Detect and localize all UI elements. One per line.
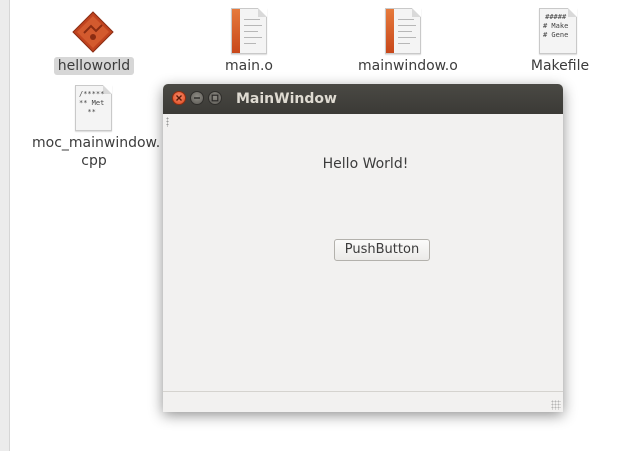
main-window: MainWindow Hello World! PushButton	[163, 84, 563, 412]
window-content: Hello World! PushButton	[163, 114, 563, 391]
push-button[interactable]: PushButton	[334, 239, 430, 261]
desktop-icon-main-o[interactable]: main.o	[205, 8, 293, 78]
file-preview-text: ##### # Make # Gene	[543, 13, 569, 39]
object-file-icon	[231, 8, 267, 54]
window-minimize-button[interactable]	[190, 91, 204, 105]
cpp-file-icon: /***** ** Met **	[75, 85, 112, 131]
desktop-icon-label: mainwindow.o	[358, 58, 458, 74]
desktop-icon-label: moc_mainwindow.	[32, 135, 161, 151]
close-icon	[176, 95, 182, 101]
toolbar-grip-icon[interactable]	[166, 117, 169, 127]
window-title: MainWindow	[236, 91, 337, 107]
desktop-icon-label: helloworld	[53, 57, 135, 75]
status-bar	[163, 391, 563, 412]
desktop-left-edge	[0, 0, 10, 451]
desktop-icon-label: main.o	[225, 58, 273, 74]
desktop: helloworld main.o mainwindow.o ##### # M…	[0, 0, 626, 451]
maximize-icon	[211, 94, 219, 102]
window-titlebar[interactable]: MainWindow	[163, 84, 563, 114]
resize-grip-icon[interactable]	[551, 400, 561, 410]
desktop-icon-label-cont: cpp	[81, 153, 107, 169]
window-maximize-button[interactable]	[208, 91, 222, 105]
file-preview-text: /***** ** Met **	[79, 90, 105, 116]
desktop-icon-mainwindow-o[interactable]: mainwindow.o	[354, 8, 458, 78]
desktop-icon-helloworld[interactable]: helloworld	[50, 8, 138, 78]
executable-icon	[72, 11, 114, 53]
minimize-icon	[194, 97, 200, 99]
text-file-icon: ##### # Make # Gene	[539, 8, 577, 54]
object-file-icon	[385, 8, 421, 54]
desktop-icon-label: Makefile	[530, 58, 590, 74]
desktop-icon-makefile[interactable]: ##### # Make # Gene Makefile	[516, 8, 604, 78]
desktop-icon-moc-mainwindow-cpp[interactable]: /***** ** Met ** moc_mainwindow. cpp	[28, 85, 160, 169]
window-close-button[interactable]	[172, 91, 186, 105]
hello-label: Hello World!	[322, 156, 409, 172]
